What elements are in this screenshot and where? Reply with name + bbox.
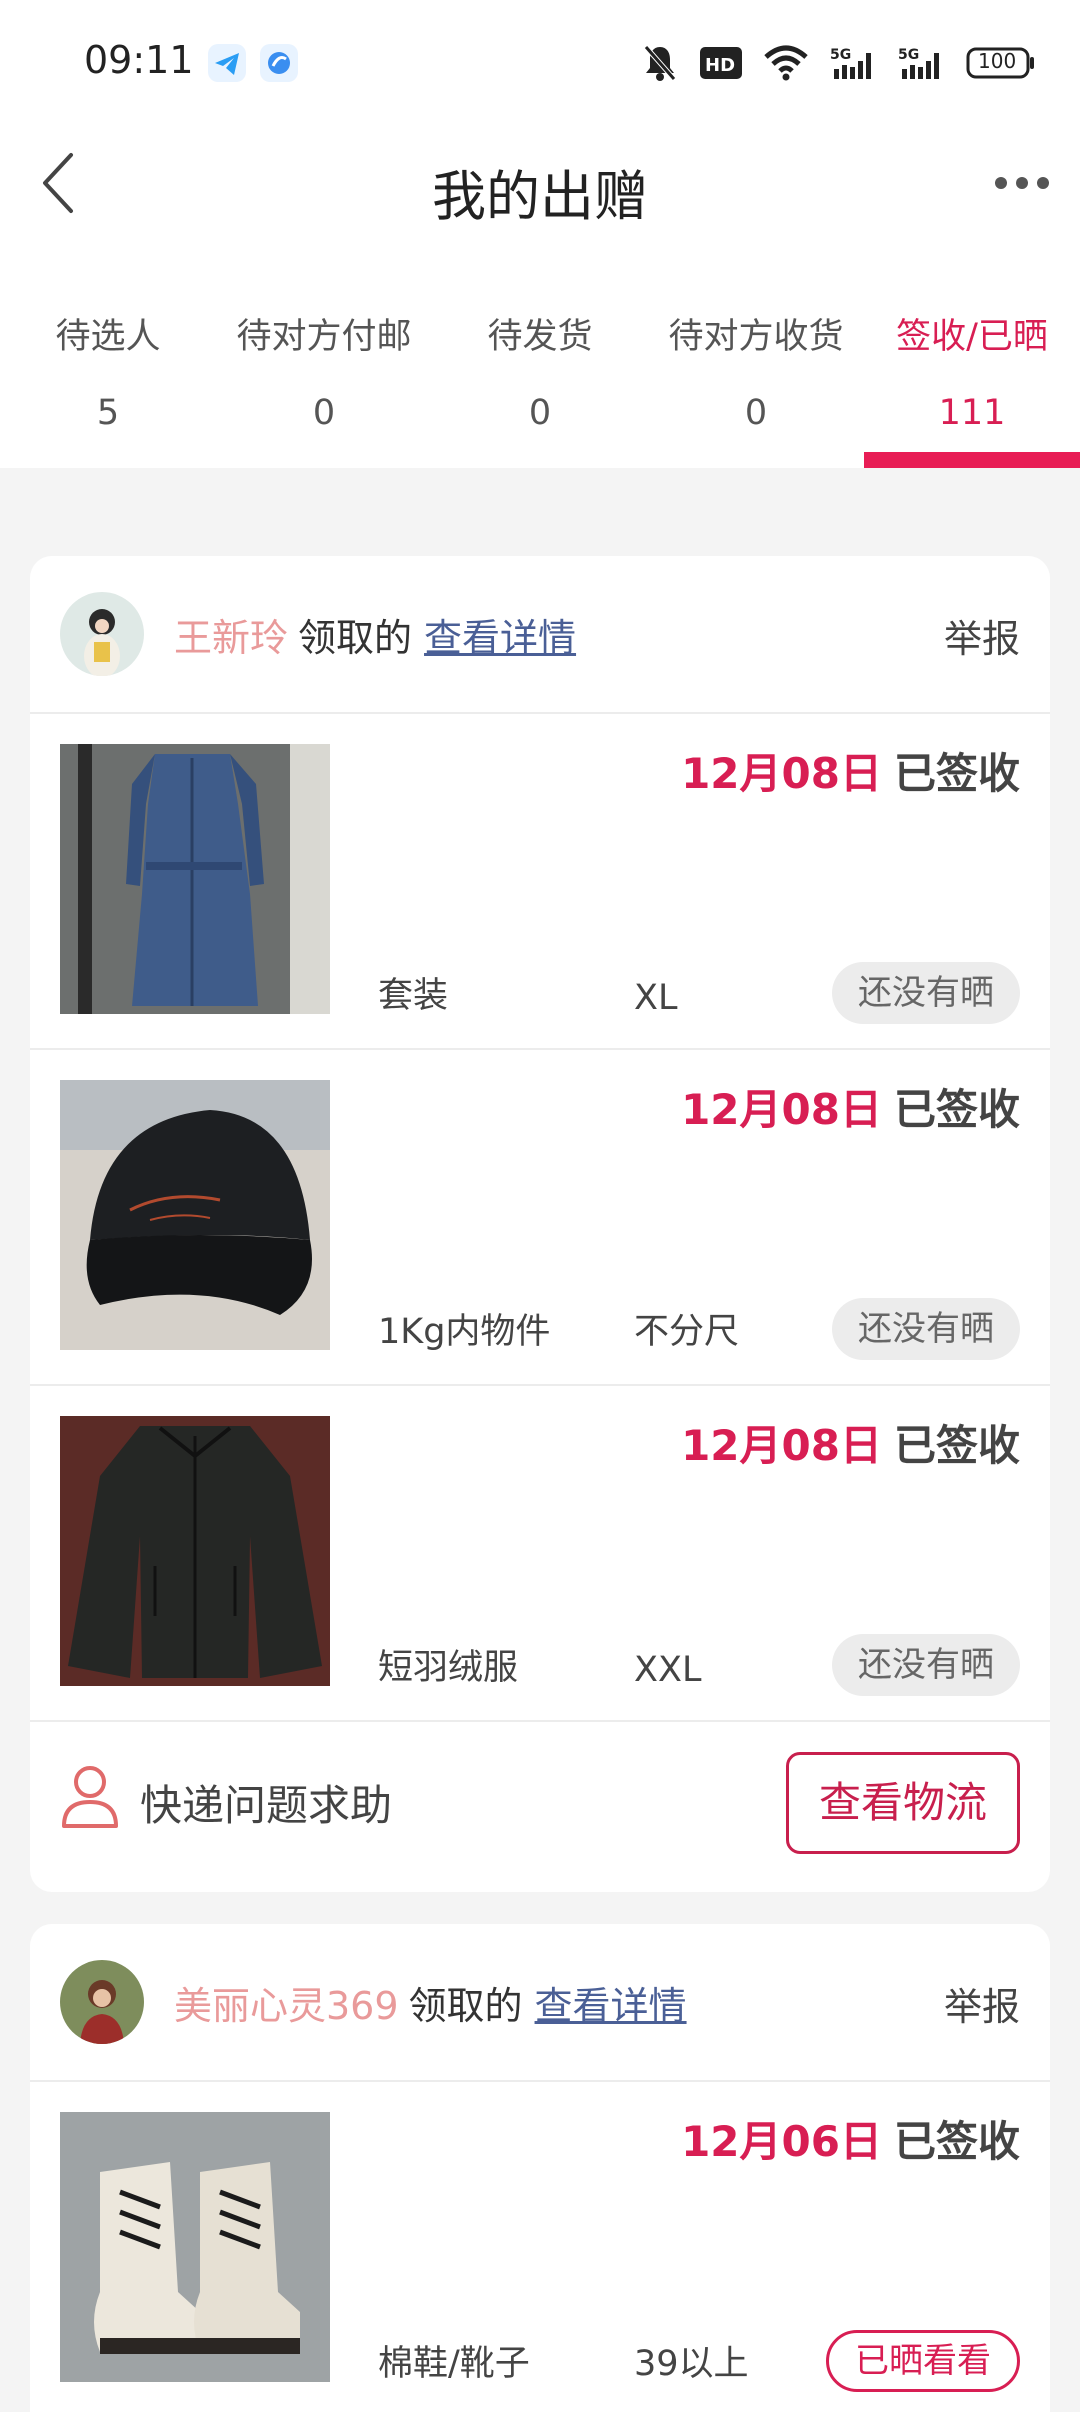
item-thumbnail[interactable] [60, 744, 330, 1014]
tab-count: 0 [528, 393, 552, 433]
not-shared-badge: 还没有晒 [832, 1298, 1020, 1360]
item-thumbnail[interactable] [60, 1080, 330, 1350]
item-thumbnail[interactable] [60, 2112, 330, 2382]
item-state: 已签收 [893, 1421, 1020, 1470]
delivery-help-link[interactable]: 快递问题求助 [140, 1772, 392, 1833]
item-name: 棉鞋/靴子 [378, 2344, 530, 2384]
not-shared-badge: 还没有晒 [832, 1634, 1020, 1696]
item-date: 12月08日 [681, 749, 882, 798]
signal-5g-icon: 5G [830, 43, 876, 83]
tab-pending-postage[interactable]: 待对方付邮 0 [216, 238, 432, 468]
item-size: 不分尺 [634, 1312, 740, 1352]
tab-pending-receive[interactable]: 待对方收货 0 [648, 238, 864, 468]
list-item[interactable]: 12月06日 已签收 棉鞋/靴子 39以上 已晒看看 [30, 2082, 1050, 2412]
status-tabs: 待选人 5 待对方付邮 0 待发货 0 待对方收货 0 签收/已晒 111 [0, 238, 1080, 468]
item-status: 12月08日 已签收 [681, 740, 1020, 801]
battery-icon: 100 [966, 43, 1036, 83]
item-size: 39以上 [634, 2344, 749, 2384]
tab-pending-ship[interactable]: 待发货 0 [432, 238, 648, 468]
item-name: 1Kg内物件 [378, 1312, 551, 1352]
tab-count: 0 [744, 393, 768, 433]
wifi-icon [764, 43, 808, 83]
item-name: 短羽绒服 [378, 1648, 519, 1688]
card-header-text: 美丽心灵369 领取的 查看详情 [174, 1975, 687, 2030]
tab-signed-shared[interactable]: 签收/已晒 111 [864, 238, 1080, 468]
claimed-label: 领取的 [298, 615, 413, 660]
tab-count: 111 [938, 393, 1006, 433]
tab-count: 0 [312, 393, 336, 433]
report-button[interactable]: 举报 [944, 1976, 1020, 2031]
more-icon [995, 177, 1049, 189]
tab-label: 待对方收货 [668, 317, 844, 357]
item-date: 12月08日 [681, 1421, 882, 1470]
list-item[interactable]: 12月08日 已签收 1Kg内物件 不分尺 还没有晒 [30, 1050, 1050, 1386]
svg-text:5G: 5G [830, 47, 851, 63]
card-header: 美丽心灵369 领取的 查看详情 举报 [30, 1924, 1050, 2082]
card-header: 王新玲 领取的 查看详情 举报 [30, 556, 1050, 714]
item-state: 已签收 [893, 1085, 1020, 1134]
list-item[interactable]: 12月08日 已签收 短羽绒服 XXL 还没有晒 [30, 1386, 1050, 1722]
avatar[interactable] [60, 592, 144, 676]
card-header-text: 王新玲 领取的 查看详情 [174, 607, 576, 662]
item-date: 12月06日 [681, 2117, 882, 2166]
tab-pending-select[interactable]: 待选人 5 [0, 238, 216, 468]
view-logistics-button[interactable]: 查看物流 [786, 1752, 1020, 1854]
view-details-link[interactable]: 查看详情 [535, 1984, 687, 2028]
item-size: XXL [634, 1650, 702, 1690]
claimed-label: 领取的 [408, 1983, 523, 2028]
tab-count: 5 [96, 393, 120, 433]
tab-label: 待对方付邮 [236, 317, 412, 357]
item-state: 已签收 [893, 2117, 1020, 2166]
donation-card: 美丽心灵369 领取的 查看详情 举报 12月06日 已签收 棉鞋/靴子 39以上 已… [30, 1924, 1050, 2412]
app-icon [260, 44, 298, 82]
hd-icon: HD [700, 43, 742, 83]
tab-label: 待发货 [487, 317, 593, 357]
avatar[interactable] [60, 1960, 144, 2044]
claimer-name[interactable]: 美丽心灵369 [174, 1984, 399, 2028]
mute-icon [642, 43, 678, 83]
battery-level: 100 [978, 49, 1017, 73]
active-tab-indicator [864, 452, 1080, 468]
donation-card: 王新玲 领取的 查看详情 举报 12月08日 已签收 套装 XL 还没有晒 12… [30, 556, 1050, 1892]
claimer-name[interactable]: 王新玲 [174, 616, 288, 660]
item-status: 12月08日 已签收 [681, 1412, 1020, 1473]
status-icons: HD 5G 5G 100 [642, 40, 1036, 86]
view-details-link[interactable]: 查看详情 [424, 616, 576, 660]
status-bar: 09:11 HD 5G 5G 100 [0, 0, 1080, 126]
tab-label: 签收/已晒 [896, 317, 1048, 357]
tab-label: 待选人 [55, 317, 161, 357]
item-state: 已签收 [893, 749, 1020, 798]
status-time: 09:11 [84, 38, 194, 82]
card-footer: 快递问题求助 查看物流 [30, 1722, 1050, 1892]
item-thumbnail[interactable] [60, 1416, 330, 1686]
page-title: 我的出赠 [432, 165, 648, 228]
report-button[interactable]: 举报 [944, 608, 1020, 663]
list-item[interactable]: 12月08日 已签收 套装 XL 还没有晒 [30, 714, 1050, 1050]
app-header: 我的出赠 [0, 126, 1080, 238]
signal-5g-icon: 5G [898, 43, 944, 83]
item-status: 12月06日 已签收 [681, 2108, 1020, 2169]
item-name: 套装 [378, 976, 449, 1016]
item-size: XL [634, 978, 678, 1018]
svg-text:HD: HD [705, 55, 735, 76]
view-share-button[interactable]: 已晒看看 [826, 2330, 1020, 2392]
telegram-icon [208, 44, 246, 82]
item-date: 12月08日 [681, 1085, 882, 1134]
person-icon[interactable] [60, 1764, 120, 1830]
not-shared-badge: 还没有晒 [832, 962, 1020, 1024]
item-status: 12月08日 已签收 [681, 1076, 1020, 1137]
more-button[interactable] [982, 148, 1062, 218]
svg-text:5G: 5G [898, 47, 919, 63]
